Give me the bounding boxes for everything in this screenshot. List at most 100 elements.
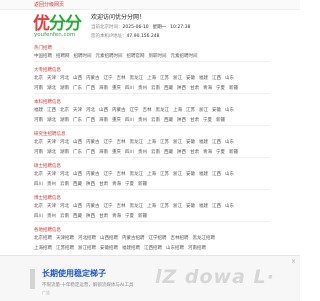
region-link[interactable]: 西藏 bbox=[73, 182, 82, 187]
region-link[interactable]: 到职时间 bbox=[149, 54, 167, 59]
region-link[interactable]: 内蒙古 bbox=[112, 108, 126, 113]
return-link[interactable]: 返回分级网页 bbox=[34, 1, 64, 8]
region-link[interactable]: 安徽 bbox=[186, 140, 195, 145]
region-link[interactable]: 黑龙江 bbox=[130, 140, 144, 145]
region-link[interactable]: 上海 bbox=[147, 172, 156, 177]
region-link[interactable]: 贵州 bbox=[138, 118, 147, 123]
region-link[interactable]: 甘肃 bbox=[190, 86, 199, 91]
region-link[interactable]: 山西 bbox=[73, 76, 82, 81]
region-link[interactable]: 青海 bbox=[112, 182, 121, 187]
region-link[interactable]: 湖南 bbox=[60, 118, 69, 123]
region-link[interactable]: 福建 bbox=[199, 172, 208, 177]
region-link[interactable]: 江苏 bbox=[186, 108, 195, 113]
region-link[interactable]: 山东 bbox=[225, 204, 234, 209]
region-link[interactable]: 贵州 bbox=[138, 86, 147, 91]
region-link[interactable]: 辽宁 bbox=[104, 76, 113, 81]
region-link[interactable]: 青海 bbox=[203, 150, 212, 155]
region-link[interactable]: 河南 bbox=[34, 150, 43, 155]
region-link[interactable]: 宁夏 bbox=[216, 150, 225, 155]
region-link[interactable]: 元素招聘时间 bbox=[96, 54, 123, 59]
region-link[interactable]: 黑龙江招聘 bbox=[193, 236, 216, 241]
region-link[interactable]: 贵州 bbox=[47, 214, 56, 219]
region-link[interactable]: 重庆 bbox=[112, 118, 121, 123]
region-link[interactable]: 湖南 bbox=[60, 86, 69, 91]
region-link[interactable]: 内蒙古 bbox=[86, 140, 100, 145]
region-link[interactable]: 上海 bbox=[173, 108, 182, 113]
region-link[interactable]: 内蒙古 bbox=[86, 204, 100, 209]
region-link[interactable]: 黑龙江 bbox=[130, 204, 144, 209]
region-link[interactable]: 江西 bbox=[212, 140, 221, 145]
region-link[interactable]: 新疆 bbox=[138, 214, 147, 219]
region-link[interactable]: 陕西 bbox=[86, 182, 95, 187]
region-link[interactable]: 江西 bbox=[212, 76, 221, 81]
region-link[interactable]: 四川 bbox=[34, 182, 43, 187]
region-link[interactable]: 北京 bbox=[34, 172, 43, 177]
region-link[interactable]: 新疆 bbox=[229, 86, 238, 91]
region-link[interactable]: 河北 bbox=[60, 172, 69, 177]
region-link[interactable]: 内蒙古招聘 bbox=[122, 236, 145, 241]
region-link[interactable]: 上海招聘 bbox=[34, 246, 52, 251]
region-link[interactable]: 河北 bbox=[60, 76, 69, 81]
region-link[interactable]: 江苏 bbox=[160, 76, 169, 81]
region-link[interactable]: 江苏 bbox=[160, 204, 169, 209]
ad-banner[interactable]: 长期使用稳定梯子 不限流量·十年稳定运营，解锁流媒体与AI工具 广告 lZ do… bbox=[0, 255, 300, 301]
region-link[interactable]: 甘肃 bbox=[190, 118, 199, 123]
region-link[interactable]: 山西招聘 bbox=[100, 236, 118, 241]
region-link[interactable]: 新疆 bbox=[216, 118, 225, 123]
region-link[interactable]: 宁夏 bbox=[125, 182, 134, 187]
region-link[interactable]: 安徽招聘 bbox=[100, 246, 118, 251]
region-link[interactable]: 山西 bbox=[99, 108, 108, 113]
region-link[interactable]: 浙江 bbox=[173, 204, 182, 209]
region-link[interactable]: 天津 bbox=[47, 140, 56, 145]
region-link[interactable]: 云南 bbox=[151, 118, 160, 123]
region-link[interactable]: 广东 bbox=[73, 150, 82, 155]
region-link[interactable]: 山西 bbox=[73, 140, 82, 145]
region-link[interactable]: 内蒙古 bbox=[86, 172, 100, 177]
region-link[interactable]: 河北招聘 bbox=[78, 236, 96, 241]
region-link[interactable]: 安徽 bbox=[212, 108, 221, 113]
region-link[interactable]: 江西招聘 bbox=[144, 246, 162, 251]
region-link[interactable]: 福建 bbox=[34, 108, 43, 113]
region-link[interactable]: 广东 bbox=[73, 86, 82, 91]
region-link[interactable]: 宁夏 bbox=[125, 214, 134, 219]
region-link[interactable]: 辽宁 bbox=[104, 140, 113, 145]
region-link[interactable]: 海南 bbox=[99, 118, 108, 123]
region-link[interactable]: 四川 bbox=[125, 86, 134, 91]
region-link[interactable]: 招聘官网 bbox=[127, 54, 145, 59]
region-link[interactable]: 内蒙古 bbox=[86, 76, 100, 81]
region-link[interactable]: 河南招聘 bbox=[188, 246, 206, 251]
region-link[interactable]: 北京招聘 bbox=[34, 236, 52, 241]
region-link[interactable]: 中国招聘 bbox=[34, 54, 52, 59]
region-link[interactable]: 青海 bbox=[203, 86, 212, 91]
region-link[interactable]: 浙江 bbox=[173, 76, 182, 81]
region-link[interactable]: 甘肃 bbox=[99, 182, 108, 187]
region-link[interactable]: 湖北 bbox=[47, 86, 56, 91]
region-link[interactable]: 吉林 bbox=[117, 140, 126, 145]
region-link[interactable]: 天津 bbox=[73, 108, 82, 113]
region-link[interactable]: 河北 bbox=[60, 204, 69, 209]
region-link[interactable]: 浙江 bbox=[173, 172, 182, 177]
region-link[interactable]: 山东 bbox=[225, 172, 234, 177]
region-link[interactable]: 北京 bbox=[34, 76, 43, 81]
region-link[interactable]: 陕西 bbox=[177, 150, 186, 155]
site-logo[interactable]: 优分分 youfenfen.com bbox=[33, 11, 85, 38]
region-link[interactable]: 陕西 bbox=[177, 86, 186, 91]
region-link[interactable]: 吉林 bbox=[117, 76, 126, 81]
region-link[interactable]: 山西 bbox=[73, 204, 82, 209]
region-link[interactable]: 福建 bbox=[199, 140, 208, 145]
region-link[interactable]: 北京 bbox=[34, 204, 43, 209]
region-link[interactable]: 山东招聘 bbox=[166, 246, 184, 251]
ad-close-icon[interactable]: × bbox=[291, 258, 296, 265]
region-link[interactable]: 辽宁 bbox=[104, 204, 113, 209]
region-link[interactable]: 上海 bbox=[147, 76, 156, 81]
region-link[interactable]: 天津 bbox=[47, 172, 56, 177]
region-link[interactable]: 河北 bbox=[86, 108, 95, 113]
region-link[interactable]: 海南 bbox=[99, 86, 108, 91]
region-link[interactable]: 云南 bbox=[60, 214, 69, 219]
region-link[interactable]: 云南 bbox=[60, 182, 69, 187]
region-link[interactable]: 陕西 bbox=[177, 118, 186, 123]
region-link[interactable]: 贵州 bbox=[138, 150, 147, 155]
region-link[interactable]: 青海 bbox=[112, 214, 121, 219]
region-link[interactable]: 福建 bbox=[199, 204, 208, 209]
region-link[interactable]: 安徽 bbox=[186, 76, 195, 81]
